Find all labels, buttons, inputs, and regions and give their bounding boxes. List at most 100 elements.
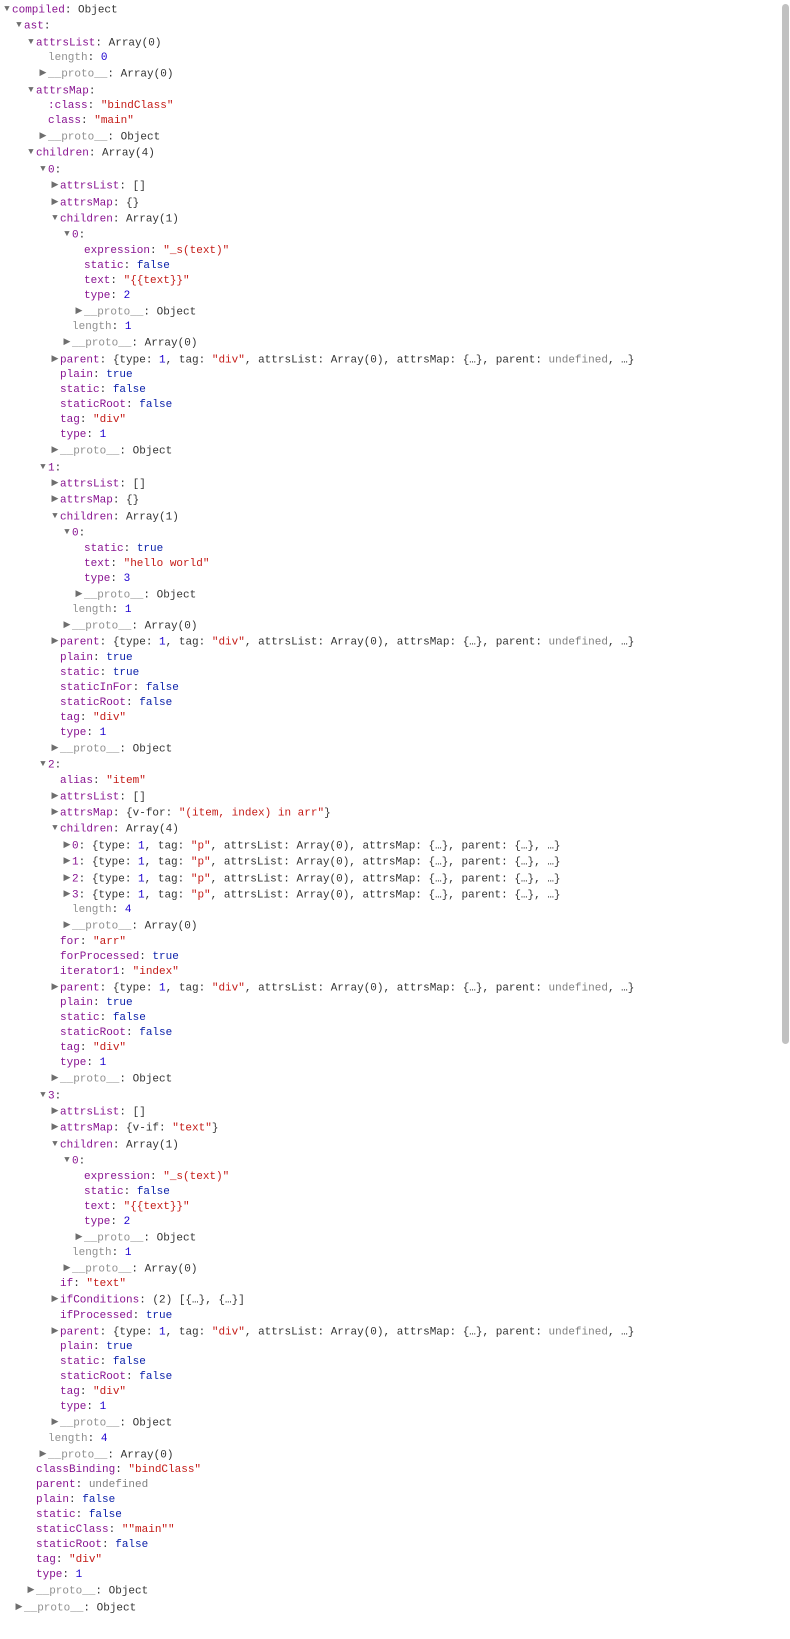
tree-row[interactable]: __proto__: Array(0) <box>2 618 790 634</box>
tree-row[interactable]: forProcessed: true <box>2 950 790 965</box>
tree-row[interactable]: ifConditions: (2) [{…}, {…}] <box>2 1292 790 1308</box>
tree-row[interactable]: attrsMap: <box>2 83 790 99</box>
tree-row[interactable]: 1: <box>2 460 790 476</box>
tree-row[interactable]: text: "hello world" <box>2 557 790 572</box>
expand-icon[interactable] <box>26 1583 36 1598</box>
collapse-icon[interactable] <box>50 211 60 226</box>
tree-row[interactable]: static: false <box>2 383 790 398</box>
tree-row[interactable]: 3: {type: 1, tag: "p", attrsList: Array(… <box>2 887 790 903</box>
tree-row[interactable]: tag: "div" <box>2 1041 790 1056</box>
tree-row[interactable]: text: "{{text}}" <box>2 1200 790 1215</box>
collapse-icon[interactable] <box>38 162 48 177</box>
tree-row[interactable]: children: Array(1) <box>2 1137 790 1153</box>
tree-row[interactable]: length: 0 <box>2 51 790 66</box>
tree-row[interactable]: tag: "div" <box>2 1385 790 1400</box>
tree-row[interactable]: __proto__: Object <box>2 1071 790 1087</box>
tree-row[interactable]: expression: "_s(text)" <box>2 244 790 259</box>
tree-row[interactable]: plain: true <box>2 651 790 666</box>
tree-row[interactable]: ifProcessed: true <box>2 1309 790 1324</box>
collapse-icon[interactable] <box>26 145 36 160</box>
tree-row[interactable]: type: 1 <box>2 1568 790 1583</box>
tree-row[interactable]: __proto__: Object <box>2 1230 790 1246</box>
expand-icon[interactable] <box>38 66 48 81</box>
tree-row[interactable]: plain: true <box>2 996 790 1011</box>
expand-icon[interactable] <box>50 178 60 193</box>
expand-icon[interactable] <box>74 587 84 602</box>
tree-row[interactable]: :class: "bindClass" <box>2 99 790 114</box>
tree-row[interactable]: compiled: Object <box>2 2 790 18</box>
tree-row[interactable]: staticRoot: false <box>2 1370 790 1385</box>
tree-row[interactable]: static: false <box>2 259 790 274</box>
tree-row[interactable]: __proto__: Object <box>2 129 790 145</box>
tree-row[interactable]: __proto__: Object <box>2 587 790 603</box>
collapse-icon[interactable] <box>62 227 72 242</box>
tree-row[interactable]: attrsMap: {v-if: "text"} <box>2 1120 790 1136</box>
expand-icon[interactable] <box>50 1415 60 1430</box>
expand-icon[interactable] <box>50 1104 60 1119</box>
tree-row[interactable]: length: 1 <box>2 320 790 335</box>
tree-row[interactable]: 0: <box>2 525 790 541</box>
tree-row[interactable]: attrsList: [] <box>2 178 790 194</box>
expand-icon[interactable] <box>50 1071 60 1086</box>
tree-row[interactable]: __proto__: Object <box>2 741 790 757</box>
tree-row[interactable]: staticRoot: false <box>2 398 790 413</box>
tree-row[interactable]: type: 1 <box>2 726 790 741</box>
tree-row[interactable]: __proto__: Array(0) <box>2 918 790 934</box>
tree-row[interactable]: for: "arr" <box>2 935 790 950</box>
tree-row[interactable]: __proto__: Object <box>2 1415 790 1431</box>
collapse-icon[interactable] <box>2 2 12 17</box>
collapse-icon[interactable] <box>50 509 60 524</box>
tree-row[interactable]: plain: false <box>2 1493 790 1508</box>
expand-icon[interactable] <box>50 980 60 995</box>
tree-row[interactable]: parent: {type: 1, tag: "div", attrsList:… <box>2 634 790 650</box>
tree-row[interactable]: alias: "item" <box>2 774 790 789</box>
tree-row[interactable]: type: 1 <box>2 1400 790 1415</box>
expand-icon[interactable] <box>62 335 72 350</box>
tree-row[interactable]: 0: <box>2 227 790 243</box>
tree-row[interactable]: staticClass: ""main"" <box>2 1523 790 1538</box>
collapse-icon[interactable] <box>26 83 36 98</box>
expand-icon[interactable] <box>62 871 72 886</box>
expand-icon[interactable] <box>38 129 48 144</box>
tree-row[interactable]: staticRoot: false <box>2 696 790 711</box>
tree-row[interactable]: children: Array(4) <box>2 145 790 161</box>
tree-row[interactable]: tag: "div" <box>2 413 790 428</box>
expand-icon[interactable] <box>62 854 72 869</box>
collapse-icon[interactable] <box>38 460 48 475</box>
collapse-icon[interactable] <box>62 525 72 540</box>
tree-row[interactable]: __proto__: Object <box>2 1600 790 1616</box>
tree-row[interactable]: __proto__: Array(0) <box>2 66 790 82</box>
expand-icon[interactable] <box>50 1120 60 1135</box>
expand-icon[interactable] <box>62 618 72 633</box>
tree-row[interactable]: staticRoot: false <box>2 1026 790 1041</box>
tree-row[interactable]: length: 1 <box>2 1246 790 1261</box>
tree-row[interactable]: length: 1 <box>2 603 790 618</box>
tree-row[interactable]: children: Array(1) <box>2 211 790 227</box>
tree-row[interactable]: type: 3 <box>2 572 790 587</box>
tree-row[interactable]: length: 4 <box>2 1432 790 1447</box>
tree-row[interactable]: type: 1 <box>2 428 790 443</box>
tree-row[interactable]: 3: <box>2 1088 790 1104</box>
collapse-icon[interactable] <box>14 18 24 33</box>
tree-row[interactable]: staticInFor: false <box>2 681 790 696</box>
tree-row[interactable]: tag: "div" <box>2 1553 790 1568</box>
tree-row[interactable]: children: Array(1) <box>2 509 790 525</box>
tree-row[interactable]: text: "{{text}}" <box>2 274 790 289</box>
expand-icon[interactable] <box>50 805 60 820</box>
tree-row[interactable]: parent: {type: 1, tag: "div", attrsList:… <box>2 980 790 996</box>
expand-icon[interactable] <box>50 1324 60 1339</box>
tree-row[interactable]: parent: undefined <box>2 1478 790 1493</box>
tree-row[interactable]: static: false <box>2 1011 790 1026</box>
tree-row[interactable]: static: true <box>2 542 790 557</box>
tree-row[interactable]: staticRoot: false <box>2 1538 790 1553</box>
tree-row[interactable]: static: false <box>2 1508 790 1523</box>
tree-row[interactable]: parent: {type: 1, tag: "div", attrsList:… <box>2 1324 790 1340</box>
tree-row[interactable]: type: 1 <box>2 1056 790 1071</box>
tree-row[interactable]: 0: {type: 1, tag: "p", attrsList: Array(… <box>2 838 790 854</box>
collapse-icon[interactable] <box>38 757 48 772</box>
tree-row[interactable]: iterator1: "index" <box>2 965 790 980</box>
tree-row[interactable]: attrsMap: {} <box>2 195 790 211</box>
expand-icon[interactable] <box>62 1261 72 1276</box>
tree-row[interactable]: static: true <box>2 666 790 681</box>
expand-icon[interactable] <box>50 352 60 367</box>
